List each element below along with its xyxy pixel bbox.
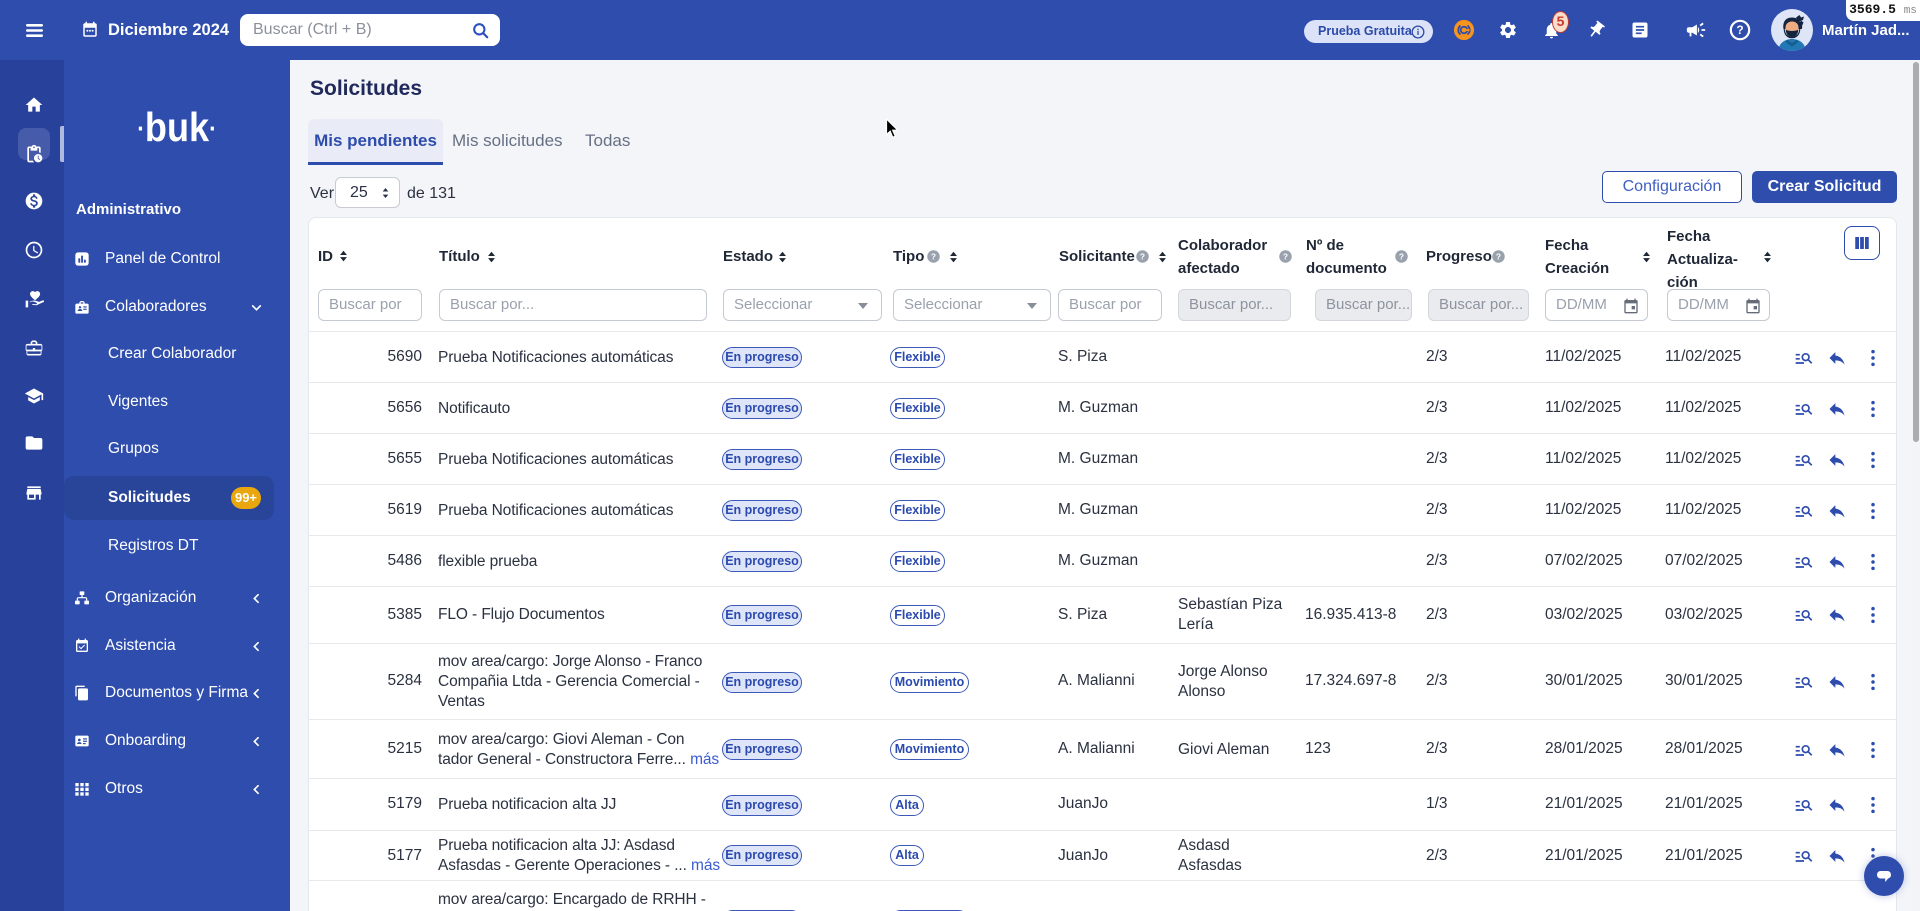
- svg-text:?: ?: [1399, 251, 1404, 261]
- svg-text:?: ?: [1736, 23, 1743, 37]
- svg-text:?: ?: [1140, 251, 1145, 261]
- svg-text:?: ?: [931, 251, 936, 261]
- svg-text:?: ?: [1283, 251, 1288, 261]
- svg-text:?: ?: [1496, 251, 1501, 261]
